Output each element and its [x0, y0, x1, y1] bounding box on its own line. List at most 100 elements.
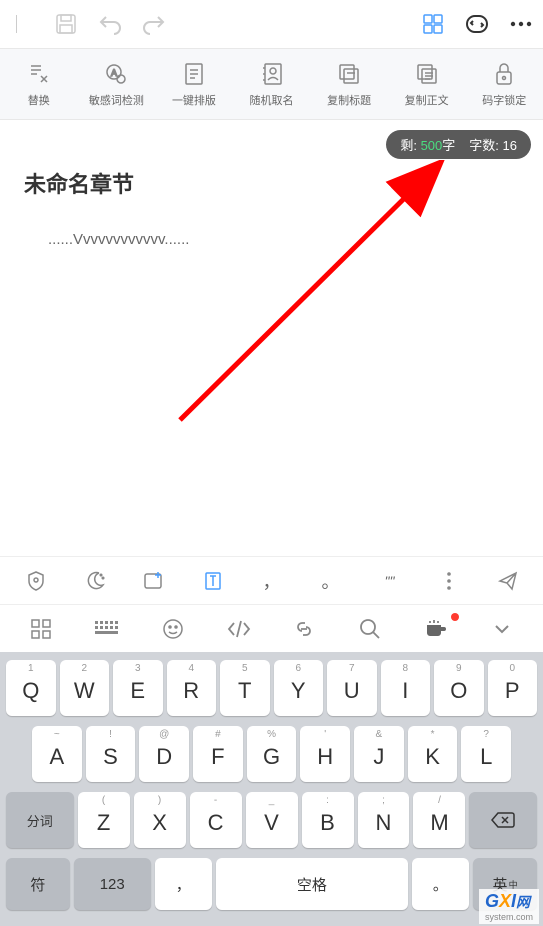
- kb-link-icon[interactable]: [272, 605, 338, 652]
- back-icon[interactable]: [8, 10, 36, 38]
- key-shift[interactable]: 分词: [6, 792, 74, 848]
- key-m[interactable]: /M: [413, 792, 465, 848]
- kb-apps-icon[interactable]: [8, 605, 74, 652]
- key-e[interactable]: 3E: [113, 660, 163, 716]
- tool-replace[interactable]: 替换: [0, 49, 78, 119]
- top-left-group: [8, 10, 168, 38]
- kb-tab-add-icon[interactable]: [126, 557, 181, 604]
- editor-content[interactable]: 未命名章节 ......Vvvvvvvvvvvv......: [0, 159, 543, 256]
- tool-label: 复制正文: [405, 92, 449, 108]
- sensitive-icon: A: [104, 60, 128, 88]
- key-p[interactable]: 0P: [488, 660, 538, 716]
- kb-coffee-icon[interactable]: [403, 605, 469, 652]
- svg-text:A: A: [111, 68, 117, 78]
- key-c[interactable]: -C: [190, 792, 242, 848]
- tool-label: 一键排版: [172, 92, 216, 108]
- key-d[interactable]: @D: [139, 726, 189, 782]
- tool-copy-body[interactable]: 复制正文: [388, 49, 466, 119]
- key-backspace[interactable]: [469, 792, 537, 848]
- kb-row-bottom: 符 123 ， 空格 。 英中: [4, 858, 539, 918]
- kb-moon-icon[interactable]: [67, 557, 122, 604]
- copy-body-icon: [415, 60, 439, 88]
- toolbar: 替换 A 敏感词检测 一键排版 随机取名 复制标题 复制正文 码字锁定: [0, 48, 543, 120]
- notification-dot: [451, 613, 459, 621]
- copy-title-icon: [337, 60, 361, 88]
- top-right-group: [419, 10, 535, 38]
- key-u[interactable]: 7U: [327, 660, 377, 716]
- tool-label: 替换: [28, 92, 50, 108]
- kb-code-icon[interactable]: [206, 605, 272, 652]
- kb-search-icon[interactable]: [337, 605, 403, 652]
- key-symbol[interactable]: 符: [6, 858, 70, 910]
- key-period[interactable]: 。: [412, 858, 469, 910]
- kb-period[interactable]: 。: [303, 557, 358, 604]
- key-v[interactable]: _V: [246, 792, 298, 848]
- kb-keyboard-icon[interactable]: [74, 605, 140, 652]
- kb-emoji-icon[interactable]: [140, 605, 206, 652]
- more-icon[interactable]: [507, 10, 535, 38]
- contact-icon: [261, 60, 283, 88]
- keyboard: ， 。 "" 1Q2W3E4R5T6Y7U8I9O0P ~A!S@D#F%G'H…: [0, 556, 543, 926]
- kb-keys: 1Q2W3E4R5T6Y7U8I9O0P ~A!S@D#F%G'H&J*K?L …: [0, 652, 543, 926]
- replace-icon: [27, 60, 51, 88]
- kb-collapse-icon[interactable]: [469, 605, 535, 652]
- key-y[interactable]: 6Y: [274, 660, 324, 716]
- counter-bar: 剩: 500字 字数: 16: [0, 120, 543, 159]
- key-n[interactable]: ;N: [358, 792, 410, 848]
- format-icon: [183, 60, 205, 88]
- key-g[interactable]: %G: [247, 726, 297, 782]
- tool-format[interactable]: 一键排版: [155, 49, 233, 119]
- key-k[interactable]: *K: [408, 726, 458, 782]
- key-b[interactable]: :B: [302, 792, 354, 848]
- key-o[interactable]: 9O: [434, 660, 484, 716]
- kb-toolbar-2: [0, 604, 543, 652]
- grid-icon[interactable]: [419, 10, 447, 38]
- top-bar: [0, 0, 543, 48]
- tool-label: 复制标题: [327, 92, 371, 108]
- tool-label: 随机取名: [250, 92, 294, 108]
- kb-row-2: ~A!S@D#F%G'H&J*K?L: [4, 726, 539, 782]
- kb-row-1: 1Q2W3E4R5T6Y7U8I9O0P: [4, 660, 539, 716]
- key-r[interactable]: 4R: [167, 660, 217, 716]
- kb-quote[interactable]: "": [362, 557, 417, 604]
- word-counter[interactable]: 剩: 500字 字数: 16: [386, 130, 531, 159]
- key-f[interactable]: #F: [193, 726, 243, 782]
- key-a[interactable]: ~A: [32, 726, 82, 782]
- swap-icon[interactable]: [463, 10, 491, 38]
- key-s[interactable]: !S: [86, 726, 136, 782]
- tool-random-name[interactable]: 随机取名: [233, 49, 311, 119]
- kb-more-vert-icon[interactable]: [421, 557, 476, 604]
- tool-copy-title[interactable]: 复制标题: [310, 49, 388, 119]
- kb-row-3: 分词 (Z)X-C_V:B;N/M: [4, 792, 539, 848]
- kb-toolbar-1: ， 。 "": [0, 556, 543, 604]
- word-count: 字数: 16: [469, 135, 517, 154]
- kb-comma[interactable]: ，: [244, 557, 299, 604]
- key-h[interactable]: 'H: [300, 726, 350, 782]
- key-w[interactable]: 2W: [60, 660, 110, 716]
- key-z[interactable]: (Z: [78, 792, 130, 848]
- remain-counter: 剩: 500字: [400, 135, 455, 154]
- key-q[interactable]: 1Q: [6, 660, 56, 716]
- tool-lock[interactable]: 码字锁定: [465, 49, 543, 119]
- key-comma[interactable]: ，: [155, 858, 212, 910]
- key-x[interactable]: )X: [134, 792, 186, 848]
- key-numeric[interactable]: 123: [74, 858, 151, 910]
- key-j[interactable]: &J: [354, 726, 404, 782]
- tool-label: 敏感词检测: [89, 92, 144, 108]
- save-icon[interactable]: [52, 10, 80, 38]
- key-i[interactable]: 8I: [381, 660, 431, 716]
- key-t[interactable]: 5T: [220, 660, 270, 716]
- kb-shield-icon[interactable]: [8, 557, 63, 604]
- kb-send-icon[interactable]: [480, 557, 535, 604]
- tool-label: 码字锁定: [482, 92, 526, 108]
- undo-icon[interactable]: [96, 10, 124, 38]
- watermark: GXI网system.com: [479, 889, 539, 924]
- lock-icon: [494, 60, 514, 88]
- chapter-title[interactable]: 未命名章节: [24, 167, 519, 199]
- key-l[interactable]: ?L: [461, 726, 511, 782]
- key-space[interactable]: 空格: [216, 858, 408, 910]
- redo-icon[interactable]: [140, 10, 168, 38]
- kb-text-select-icon[interactable]: [185, 557, 240, 604]
- chapter-body[interactable]: ......Vvvvvvvvvvvv......: [24, 231, 519, 248]
- tool-sensitive[interactable]: A 敏感词检测: [78, 49, 156, 119]
